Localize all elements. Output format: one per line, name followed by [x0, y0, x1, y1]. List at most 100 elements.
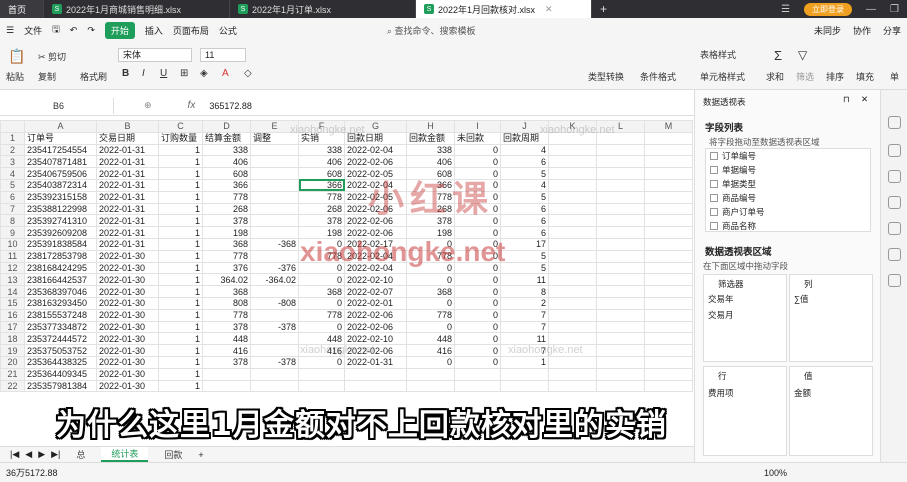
tab-formula[interactable]: 公式 — [219, 24, 237, 37]
header-cell[interactable]: 回款金额 — [406, 131, 455, 145]
row-zone[interactable]: 行 费用项 — [703, 366, 787, 456]
table-cell[interactable] — [596, 237, 645, 251]
table-cell[interactable]: 235417254554 — [24, 143, 97, 157]
table-cell[interactable]: 2022-01-30 — [96, 367, 159, 381]
table-cell[interactable]: 235388122998 — [24, 202, 97, 216]
help-icon[interactable] — [888, 196, 901, 209]
table-cell[interactable] — [596, 178, 645, 192]
table-cell[interactable]: 378 — [202, 214, 251, 228]
column-letter[interactable]: I — [454, 120, 501, 133]
sum-icon[interactable]: Σ — [774, 48, 782, 63]
table-cell[interactable]: 2022-02-06 — [344, 155, 407, 169]
column-letter[interactable]: D — [202, 120, 251, 133]
table-cell[interactable]: 7 — [500, 320, 549, 334]
table-cell[interactable]: 0 — [298, 320, 345, 334]
table-cell[interactable]: 1 — [158, 285, 203, 298]
table-cell[interactable]: 338 — [406, 143, 455, 157]
table-cell[interactable] — [596, 167, 645, 180]
table-cell[interactable]: 6 — [500, 202, 549, 216]
table-cell[interactable] — [596, 155, 645, 169]
table-cell[interactable]: 0 — [406, 273, 455, 287]
add-tab-button[interactable]: + — [592, 0, 615, 18]
table-cell[interactable]: 448 — [406, 332, 455, 346]
sync-status[interactable]: 未同步 — [814, 24, 841, 37]
table-cell[interactable]: 235392609208 — [24, 226, 97, 239]
table-cell[interactable] — [596, 273, 645, 287]
table-cell[interactable] — [596, 320, 645, 334]
field-item[interactable]: 单据编号 — [706, 163, 870, 177]
table-cell[interactable]: 2022-02-06 — [344, 320, 407, 334]
save-icon[interactable]: 🖫 — [52, 22, 60, 38]
select-all-corner[interactable] — [0, 120, 25, 133]
table-cell[interactable]: 1 — [158, 320, 203, 334]
table-cell[interactable]: 808 — [202, 296, 251, 310]
bold-icon[interactable]: B — [122, 68, 129, 79]
table-cell[interactable]: 778 — [202, 190, 251, 204]
table-cell[interactable] — [250, 226, 299, 239]
table-cell[interactable] — [548, 273, 597, 287]
menu-icon[interactable]: ☰ — [6, 25, 14, 36]
table-cell[interactable] — [500, 367, 549, 381]
file-tab-home[interactable]: 首页 — [0, 0, 44, 18]
table-cell[interactable]: 1 — [158, 190, 203, 204]
table-cell[interactable] — [596, 344, 645, 357]
table-cell[interactable] — [250, 308, 299, 322]
menu-file[interactable]: 文件 — [24, 24, 42, 37]
table-cell[interactable]: 2022-01-30 — [96, 285, 159, 298]
table-cell[interactable]: 2022-02-06 — [344, 308, 407, 322]
table-cell[interactable] — [644, 202, 693, 216]
table-cell[interactable] — [596, 214, 645, 228]
tab-page-layout[interactable]: 页面布局 — [173, 24, 209, 37]
row-number[interactable]: 6 — [0, 190, 25, 204]
table-style-button[interactable]: 表格样式 — [700, 48, 736, 61]
add-sheet-icon[interactable]: + — [198, 450, 203, 460]
share-button[interactable]: 分享 — [883, 24, 901, 37]
table-cell[interactable] — [548, 155, 597, 169]
table-cell[interactable]: 238155537248 — [24, 308, 97, 322]
table-cell[interactable]: 238166442537 — [24, 273, 97, 287]
command-search[interactable]: ⌕ 查找命令、搜索模板 — [387, 24, 476, 37]
table-cell[interactable] — [644, 379, 693, 393]
field-item[interactable]: 订单编号 — [706, 149, 870, 163]
row-number[interactable]: 17 — [0, 320, 25, 334]
table-cell[interactable] — [250, 214, 299, 228]
table-cell[interactable]: -378 — [250, 355, 299, 369]
table-cell[interactable]: 0 — [298, 273, 345, 287]
table-cell[interactable]: 268 — [298, 202, 345, 216]
cursor-icon[interactable] — [888, 116, 901, 129]
column-letter[interactable]: H — [406, 120, 455, 133]
table-cell[interactable]: 2022-01-31 — [96, 202, 159, 216]
last-sheet-icon[interactable]: ▶| — [51, 449, 60, 460]
table-cell[interactable] — [548, 202, 597, 216]
table-cell[interactable] — [250, 379, 299, 393]
row-number[interactable]: 7 — [0, 202, 25, 216]
zoom-icon[interactable]: ⊕ — [144, 100, 152, 111]
row-number[interactable]: 2 — [0, 143, 25, 157]
column-letter[interactable]: B — [96, 120, 159, 133]
table-cell[interactable] — [250, 190, 299, 204]
checkbox[interactable] — [710, 166, 718, 174]
table-cell[interactable] — [548, 296, 597, 310]
table-cell[interactable] — [596, 143, 645, 157]
table-cell[interactable]: 0 — [454, 296, 501, 310]
conditional-format-button[interactable]: 条件格式 — [640, 70, 676, 83]
table-cell[interactable]: 2022-01-30 — [96, 379, 159, 393]
row-number[interactable]: 19 — [0, 344, 25, 357]
table-cell[interactable] — [548, 379, 597, 393]
table-cell[interactable]: 2022-01-30 — [96, 261, 159, 275]
row-number[interactable]: 12 — [0, 261, 25, 275]
table-cell[interactable]: 0 — [454, 308, 501, 322]
table-cell[interactable]: 2022-01-31 — [96, 214, 159, 228]
file-tab-reconcile[interactable]: S 2022年1月回款核对.xlsx ✕ — [416, 0, 592, 18]
table-cell[interactable]: 0 — [454, 320, 501, 334]
table-cell[interactable] — [548, 190, 597, 204]
table-cell[interactable]: 2022-01-31 — [96, 226, 159, 239]
tab-home[interactable]: 开始 — [104, 21, 135, 39]
format-painter-button[interactable]: 格式刷 — [80, 70, 107, 83]
zoom-level[interactable]: 100% — [764, 468, 787, 478]
table-cell[interactable]: 1 — [158, 344, 203, 357]
table-cell[interactable] — [596, 308, 645, 322]
table-cell[interactable]: 378 — [202, 320, 251, 334]
clear-format-icon[interactable]: ◇ — [244, 68, 252, 79]
table-cell[interactable]: 416 — [406, 344, 455, 357]
